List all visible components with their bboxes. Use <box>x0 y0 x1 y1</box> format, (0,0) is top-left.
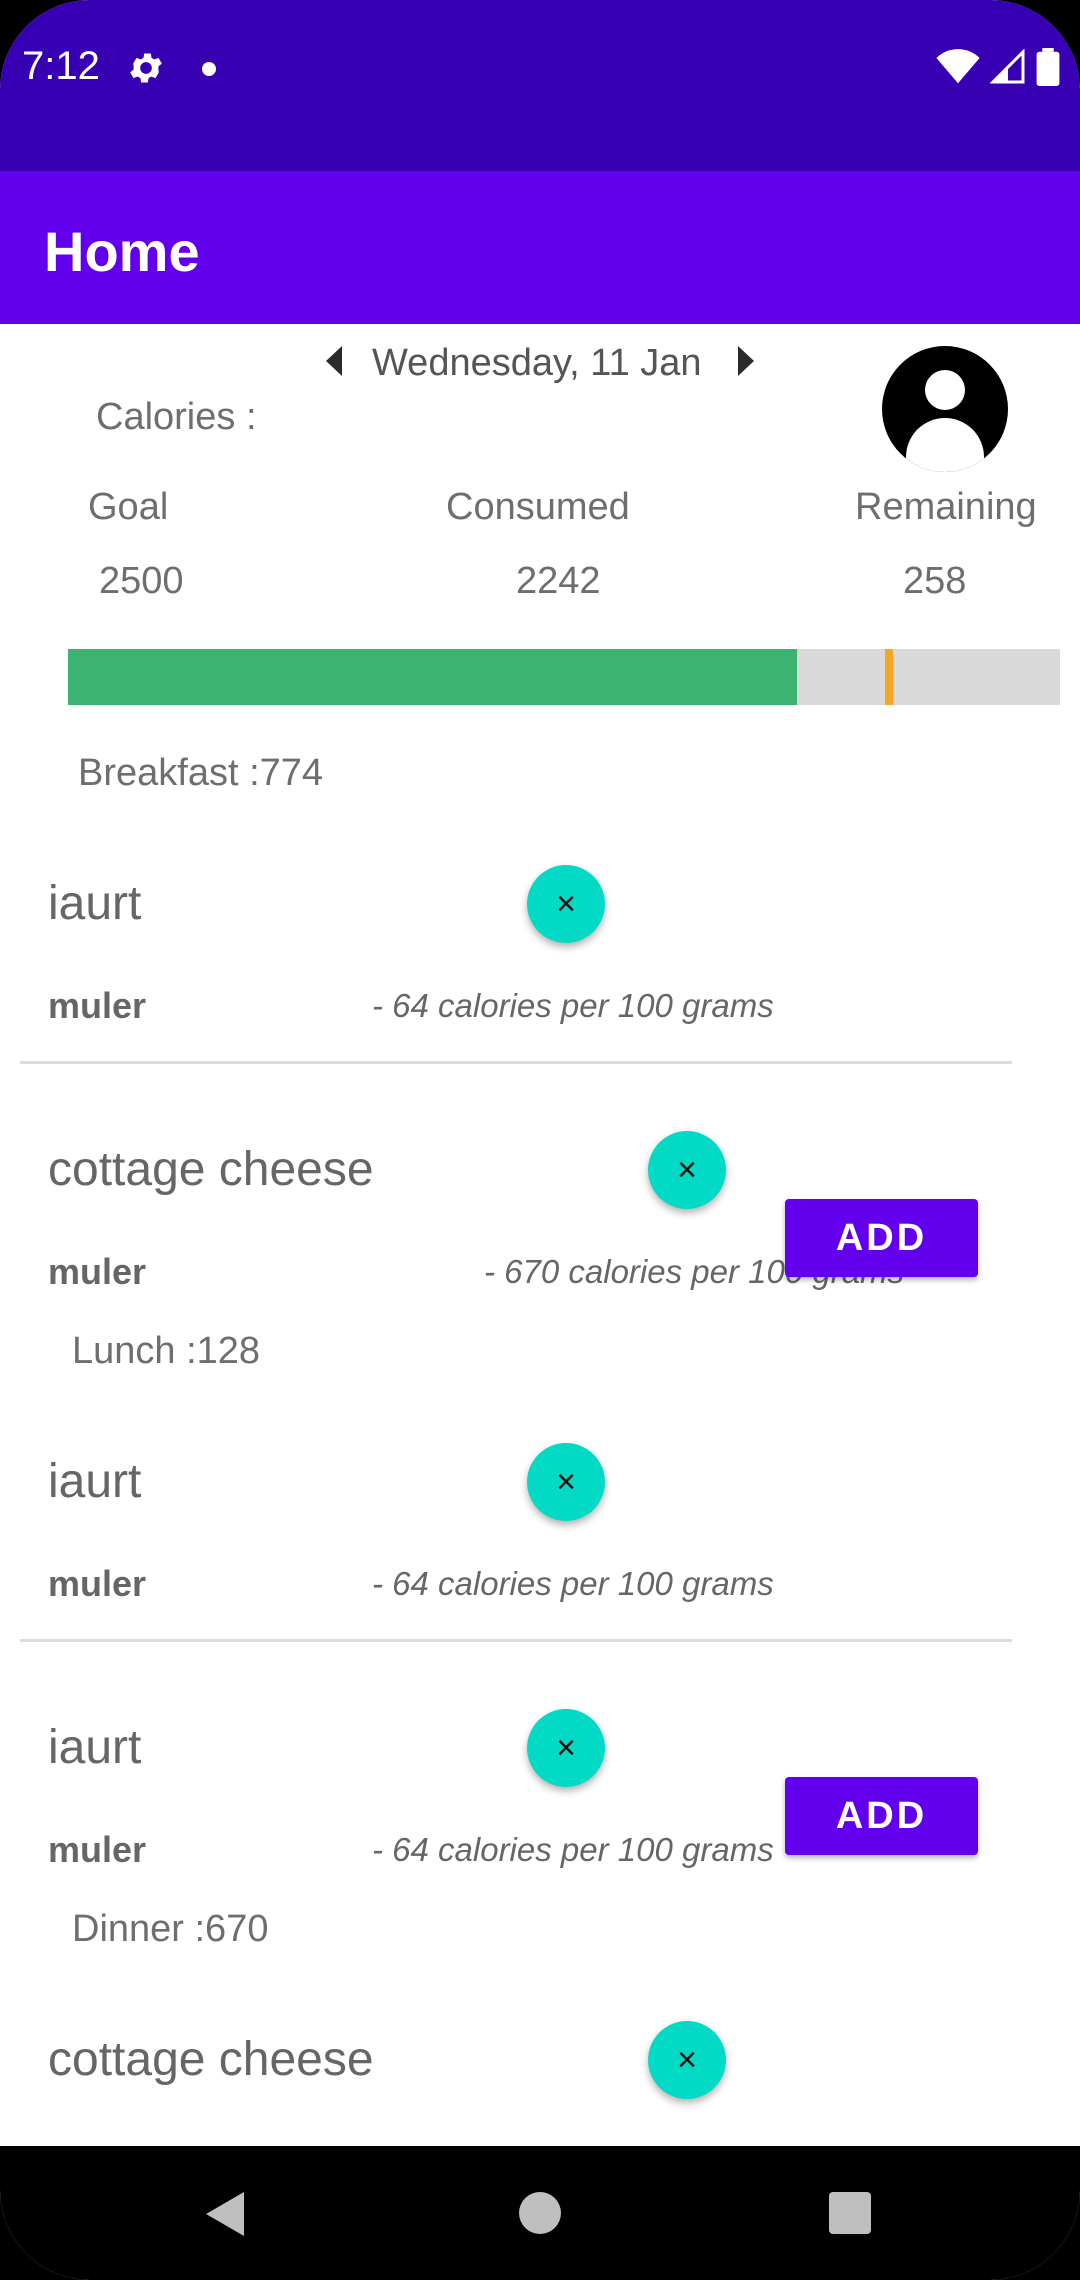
food-item-brand: muler <box>48 1829 147 1870</box>
gear-icon <box>130 53 162 83</box>
food-item-name: iaurt <box>48 877 142 930</box>
status-bar: 7:12 <box>0 0 1080 171</box>
food-item-brand: muler <box>48 1251 147 1292</box>
remaining-label: Remaining <box>855 486 1037 528</box>
profile-avatar-icon[interactable] <box>882 346 1008 472</box>
page-title: Home <box>44 220 200 283</box>
add-breakfast-button[interactable]: ADD <box>785 1199 978 1277</box>
goal-value: 2500 <box>99 560 184 602</box>
main-content[interactable]: Wednesday, 11 Jan Calories : Goal Consum… <box>0 324 1080 2146</box>
signal-icon <box>990 49 1025 84</box>
remove-item-button[interactable]: × <box>527 1709 605 1787</box>
lunch-label: Lunch :128 <box>72 1330 261 1372</box>
food-item-brand: muler <box>48 1563 147 1604</box>
progress-marker <box>885 649 893 705</box>
dinner-label: Dinner :670 <box>72 1908 269 1950</box>
calorie-progress-bar <box>68 649 1060 705</box>
consumed-value: 2242 <box>516 560 601 602</box>
divider <box>20 1639 1012 1642</box>
app-bar: Home <box>0 171 1080 324</box>
prev-day-icon[interactable] <box>326 346 342 376</box>
status-icons <box>936 46 1060 88</box>
food-item-calories: - 64 calories per 100 grams <box>372 1831 774 1868</box>
date-label: Wednesday, 11 Jan <box>372 342 702 384</box>
remaining-value: 258 <box>903 560 967 602</box>
breakfast-label: Breakfast :774 <box>78 752 324 794</box>
food-item-name: cottage cheese <box>48 2033 374 2086</box>
back-icon[interactable] <box>206 2192 244 2236</box>
remove-item-button[interactable]: × <box>648 1131 726 1209</box>
food-item-name: iaurt <box>48 1455 142 1508</box>
remove-item-button[interactable]: × <box>527 865 605 943</box>
status-time: 7:12 <box>22 44 100 88</box>
food-item-brand: muler <box>48 985 147 1026</box>
remove-item-button[interactable]: × <box>648 2021 726 2099</box>
food-item-name: iaurt <box>48 1721 142 1774</box>
navigation-bar <box>0 2146 1080 2280</box>
notification-dot-icon <box>202 62 216 76</box>
phone-screen: 7:12 Home Wednesday, 11 Jan Calories: G… <box>0 0 1080 2280</box>
wifi-icon <box>936 49 980 84</box>
calories-label: Calories : <box>96 396 257 438</box>
progress-fill <box>68 649 797 705</box>
divider <box>20 1061 1012 1064</box>
goal-label: Goal <box>88 486 169 528</box>
food-item-name: cottage cheese <box>48 1143 374 1196</box>
remove-item-button[interactable]: × <box>527 1443 605 1521</box>
next-day-icon[interactable] <box>738 346 754 376</box>
food-item-calories: - 64 calories per 100 grams <box>372 987 774 1024</box>
battery-icon <box>1036 48 1060 86</box>
add-lunch-button[interactable]: ADD <box>785 1777 978 1855</box>
food-item-calories: - 64 calories per 100 grams <box>372 1565 774 1602</box>
consumed-label: Consumed <box>446 486 630 528</box>
recents-icon[interactable] <box>829 2192 871 2234</box>
home-icon[interactable] <box>519 2192 561 2234</box>
